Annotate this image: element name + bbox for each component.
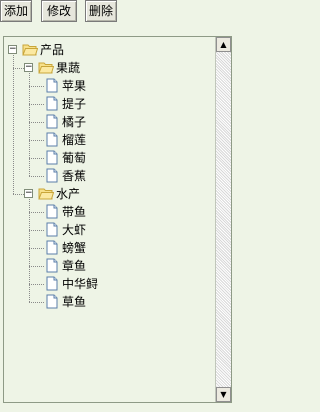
document-icon [46,222,58,237]
arrow-up-icon[interactable]: ▲ [216,37,231,52]
tree-connector-line [29,104,44,105]
tree-connector-line [29,122,44,123]
collapse-toggle-icon[interactable]: − [24,189,33,198]
tree-node-leaf[interactable]: 苹果 [62,77,86,95]
document-icon [46,258,58,273]
tree-connector-line [29,284,44,285]
document-icon [46,294,58,309]
tree-node-leaf[interactable]: 章鱼 [62,257,86,275]
product-tree: − 产品 − 果蔬 苹果 提子 橘子 榴莲 葡萄 香蕉 − 水产 带鱼 大虾 螃蟹 章鱼 中华鲟 草鱼 [4,37,215,402]
tree-node-leaf[interactable]: 葡萄 [62,149,86,167]
tree-node-leaf[interactable]: 提子 [62,95,86,113]
open-folder-icon [38,62,54,74]
delete-button[interactable]: 删除 [85,0,117,22]
document-icon [46,168,58,183]
document-icon [46,114,58,129]
tree-node-leaf[interactable]: 带鱼 [62,203,86,221]
tree-connector-line [29,248,44,249]
document-icon [46,96,58,111]
tree-connector-line [29,266,44,267]
tree-connector-line [29,230,44,231]
vertical-scrollbar[interactable]: ▲ ▼ [215,37,231,402]
tree-connector-line [13,55,14,194]
tree-panel: − 产品 − 果蔬 苹果 提子 橘子 榴莲 葡萄 香蕉 − 水产 带鱼 大虾 螃蟹 章鱼 中华鲟 草鱼 ▲ ▼ [3,36,232,403]
tree-node-leaf[interactable]: 香蕉 [62,167,86,185]
tree-node-group[interactable]: 水产 [56,185,80,203]
open-folder-icon [38,188,54,200]
tree-connector-line [29,86,44,87]
document-icon [46,150,58,165]
document-icon [46,240,58,255]
document-icon [46,204,58,219]
tree-connector-line [29,212,44,213]
collapse-toggle-icon[interactable]: − [8,45,17,54]
tree-node-leaf[interactable]: 螃蟹 [62,239,86,257]
arrow-down-icon[interactable]: ▼ [216,387,231,402]
document-icon [46,132,58,147]
document-icon [46,276,58,291]
document-icon [46,78,58,93]
tree-node-leaf[interactable]: 橘子 [62,113,86,131]
tree-node-leaf[interactable]: 中华鲟 [62,275,98,293]
tree-node-leaf[interactable]: 榴莲 [62,131,86,149]
tree-node-root[interactable]: 产品 [40,41,64,59]
tree-node-group[interactable]: 果蔬 [56,59,80,77]
tree-connector-line [29,158,44,159]
tree-connector-line [29,73,30,176]
tree-connector-line [29,140,44,141]
tree-connector-line [13,194,24,195]
open-folder-icon [22,44,38,56]
tree-connector-line [29,199,30,302]
collapse-toggle-icon[interactable]: − [24,63,33,72]
tree-node-leaf[interactable]: 大虾 [62,221,86,239]
tree-node-leaf[interactable]: 草鱼 [62,293,86,311]
edit-button[interactable]: 修改 [41,0,77,22]
tree-connector-line [29,302,44,303]
add-button[interactable]: 添加 [0,0,32,22]
tree-connector-line [29,176,44,177]
tree-connector-line [13,68,24,69]
